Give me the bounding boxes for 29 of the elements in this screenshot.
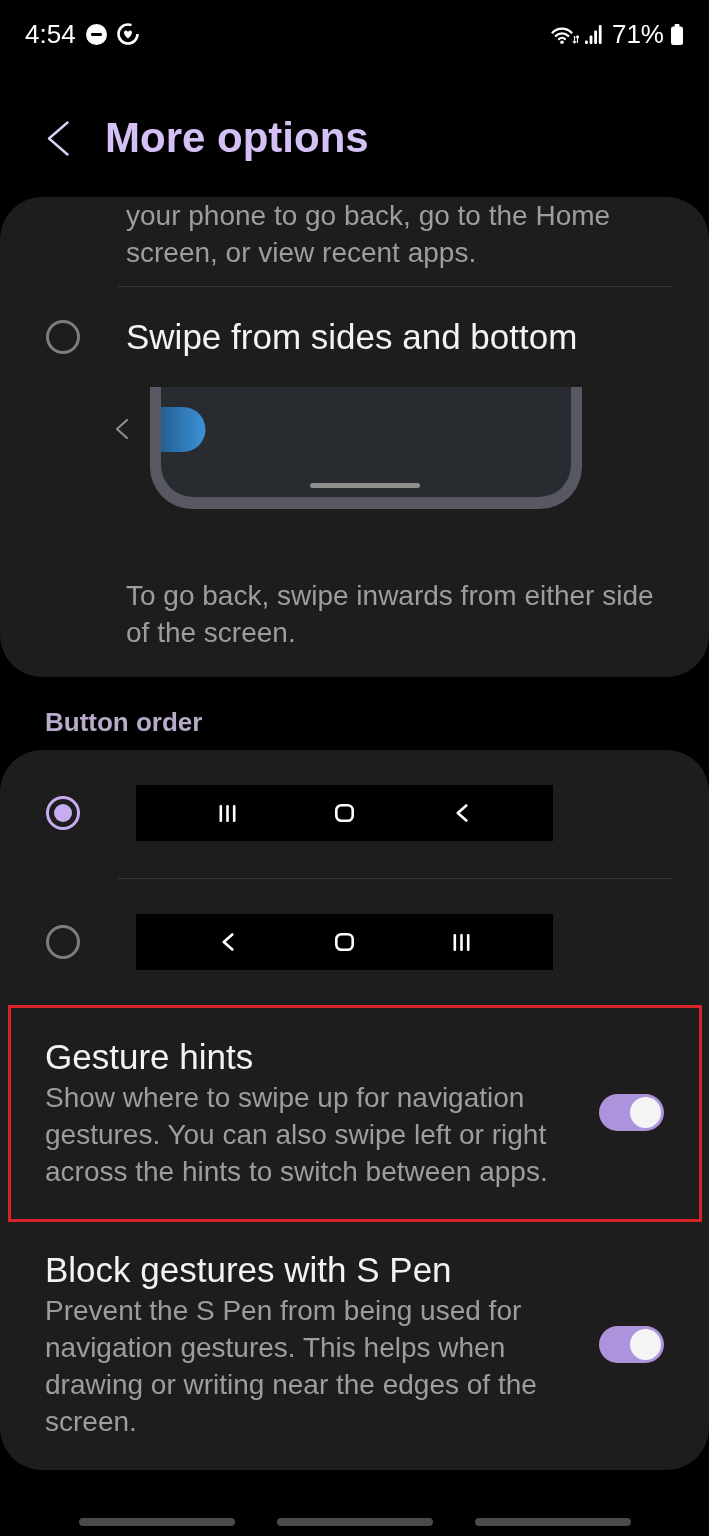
page-title: More options <box>105 113 369 163</box>
back-icon <box>221 933 234 951</box>
chevron-left-icon <box>115 418 129 440</box>
setting-description: Show where to swipe up for navigation gestures. You can also swipe left or right across the hints to switch between apps. <box>45 1081 549 1189</box>
home-icon <box>335 933 354 951</box>
back-icon <box>455 804 468 822</box>
option-description: your phone to go back, go to the Home screen, or view recent apps. <box>126 199 612 270</box>
toggle-switch[interactable] <box>599 1094 664 1131</box>
battery-icon <box>670 23 684 45</box>
option-description: To go back, swipe inwards from either side of the screen. <box>126 579 655 650</box>
battery-percent: 71% <box>611 19 664 49</box>
radio-button[interactable] <box>46 796 80 830</box>
dnd-icon <box>85 23 107 45</box>
home-icon <box>335 804 354 822</box>
recents-icon <box>219 804 236 822</box>
radio-button[interactable] <box>46 320 80 354</box>
option-label: Swipe from sides and bottom <box>126 316 578 358</box>
setting-description: Prevent the S Pen from being used for navigation gestures. This helps when drawing or writing near the edges of the screen. <box>45 1294 538 1439</box>
signal-icon <box>584 24 602 44</box>
status-time: 4:54 <box>25 19 76 49</box>
recents-icon <box>453 933 470 951</box>
heart-ring-icon <box>116 23 139 45</box>
toggle-switch[interactable] <box>599 1325 664 1363</box>
back-icon <box>47 120 69 156</box>
setting-title: Gesture hints <box>45 1036 254 1078</box>
radio-button[interactable] <box>46 925 80 959</box>
home-bar-icon <box>310 483 420 488</box>
section-heading: Button order <box>45 707 203 737</box>
setting-title: Block gestures with S Pen <box>45 1249 452 1291</box>
